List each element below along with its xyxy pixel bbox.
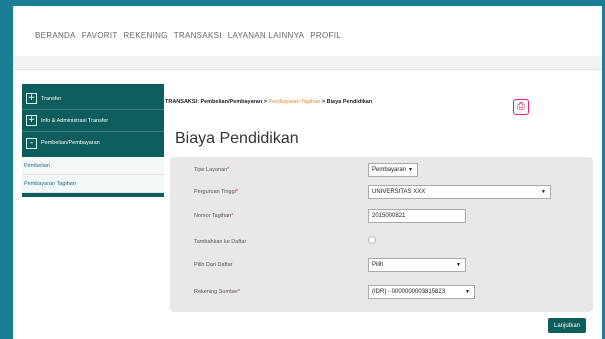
sidebar-item-label: Pembelian/Pembayaran (41, 140, 100, 146)
collapse-icon: - (26, 137, 37, 149)
breadcrumb: TRANSAKSI: Pembelian/Pembayaran > Pembay… (165, 99, 373, 105)
rekening-sumber-select[interactable]: (IDR) - 0000000003815823 ▼ (368, 285, 475, 299)
expand-icon: + (26, 115, 37, 126)
dropdown-arrow-icon: ▼ (456, 262, 461, 268)
form-row-perguruan-tinggi: Perguruan Tinggi* UNIVERSITAS XXX ▼ (170, 185, 593, 201)
tipe-layanan-select[interactable]: Pembayaran ▼ (368, 163, 418, 177)
nav-item-layanan-lainnya[interactable]: LAYANAN LAINNYA (228, 31, 305, 40)
sidebar-menu: + Transfer + Info & Administrasi Transfe… (22, 84, 164, 157)
sidebar-item-transfer[interactable]: + Transfer (22, 88, 164, 110)
sidebar: + Transfer + Info & Administrasi Transfe… (22, 84, 164, 206)
nav-item-profil[interactable]: PROFIL (310, 31, 341, 40)
payment-form: Tipe Layanan* Pembayaran ▼ Perguruan Tin… (170, 157, 593, 312)
nav-item-beranda[interactable]: BERANDA (35, 31, 76, 40)
sidebar-item-label: Info & Administrasi Transfer (41, 117, 109, 124)
page-title: Biaya Pendidikan (175, 130, 299, 147)
pilih-daftar-label: Pilih Dari Daftar (194, 262, 233, 268)
tambahkan-daftar-radio[interactable] (368, 236, 376, 244)
pilih-daftar-select[interactable]: Pilih ▼ (368, 258, 466, 272)
nomor-tagihan-label: Nomor Tagihan (194, 213, 232, 219)
nav-divider (13, 56, 602, 70)
print-icon[interactable]: ⎙ (513, 99, 529, 115)
form-row-tipe-layanan: Tipe Layanan* Pembayaran ▼ (170, 163, 593, 179)
form-row-nomor-tagihan: Nomor Tagihan* 2015000821 (170, 209, 593, 225)
form-row-pilih-daftar: Pilih Dari Daftar Pilih ▼ (170, 258, 593, 274)
form-row-tambahkan-daftar: Tambahkan ke Daftar (170, 235, 593, 251)
sidebar-item-info-admin-transfer[interactable]: + Info & Administrasi Transfer (22, 110, 164, 132)
sidebar-subitem-pembelian[interactable]: Pembelian (22, 157, 164, 175)
dropdown-arrow-icon: ▼ (465, 289, 470, 295)
perguruan-tinggi-label: Perguruan Tinggi (194, 189, 236, 195)
dropdown-arrow-icon: ▼ (541, 189, 546, 195)
tambahkan-daftar-label: Tambahkan ke Daftar (194, 239, 247, 245)
tipe-layanan-label: Tipe Layanan (194, 167, 228, 173)
top-navigation: BERANDA FAVORIT REKENING TRANSAKSI LAYAN… (35, 29, 341, 41)
nav-item-favorit[interactable]: FAVORIT (82, 31, 118, 40)
breadcrumb-link-pembayaran-tagihan[interactable]: Pembayaran Tagihan (268, 99, 320, 105)
form-row-rekening-sumber: Rekening Sumber* (IDR) - 000000000381582… (170, 285, 593, 301)
breadcrumb-current: Biaya Pendidikan (326, 99, 373, 105)
sidebar-item-label: Transfer (41, 95, 62, 102)
nomor-tagihan-input[interactable]: 2015000821 (368, 209, 466, 223)
nav-item-transaksi[interactable]: TRANSAKSI (174, 31, 222, 40)
breadcrumb-section: TRANSAKSI: Pembelian/Pembayaran (165, 99, 263, 105)
nav-item-rekening[interactable]: REKENING (124, 31, 168, 40)
lanjutkan-button[interactable]: Lanjutkan (548, 318, 586, 333)
sidebar-item-pembelian-pembayaran[interactable]: - Pembelian/Pembayaran (22, 132, 164, 154)
expand-icon: + (26, 93, 37, 104)
rekening-sumber-label: Rekening Sumber (194, 289, 239, 295)
perguruan-tinggi-select[interactable]: UNIVERSITAS XXX ▼ (368, 185, 551, 199)
sidebar-footer-bar (22, 193, 164, 197)
dropdown-arrow-icon: ▼ (408, 167, 413, 173)
sidebar-subitem-pembayaran-tagihan[interactable]: Pembayaran Tagihan (22, 175, 164, 193)
